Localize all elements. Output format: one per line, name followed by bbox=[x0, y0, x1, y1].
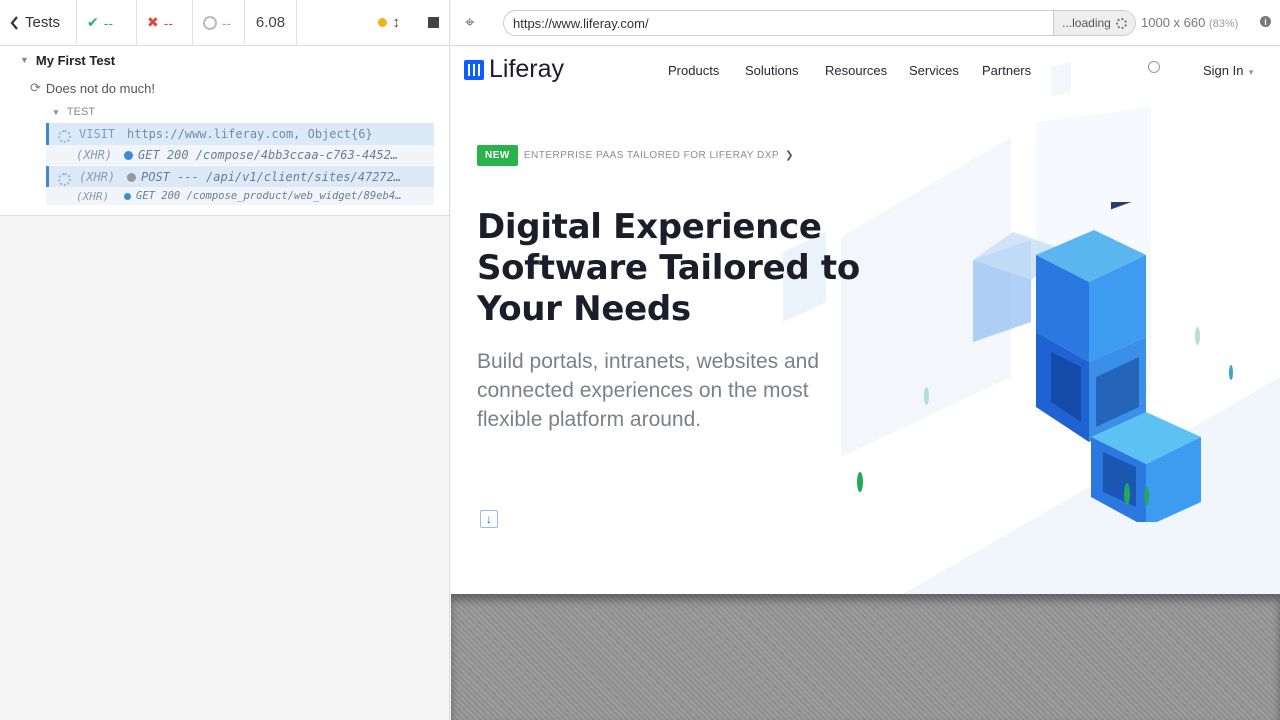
hero-subheadline: Build portals, intranets, websites and c… bbox=[477, 350, 820, 431]
command-name: VISIT bbox=[49, 127, 127, 143]
passed-stat: ✔ -- bbox=[77, 0, 137, 46]
status-dot-icon bbox=[127, 172, 136, 182]
tree-icon bbox=[1144, 487, 1149, 505]
arrow-down-icon: ↓ bbox=[486, 512, 492, 526]
caret-down-icon: ▼ bbox=[52, 107, 60, 117]
command-message: GET 200 /compose_product/web_widget/89eb… bbox=[124, 190, 434, 202]
sign-in-button[interactable]: Sign In ▼ bbox=[1203, 63, 1255, 78]
tree-icon bbox=[1229, 365, 1233, 380]
url-input[interactable]: https://www.liferay.com/ ...loading bbox=[503, 10, 1136, 36]
command-message-text: GET 200 /compose/4bb3ccaa-c763-4452… bbox=[138, 148, 399, 162]
viewport-info[interactable]: 1000 x 660 (83%) bbox=[1141, 15, 1238, 30]
zoom-level: (83%) bbox=[1208, 18, 1239, 30]
pending-count: -- bbox=[222, 14, 232, 31]
scroll-down-button[interactable]: ↓ bbox=[480, 510, 498, 528]
runnables-panel: ▼ My First Test ⟳ Does not do much! ▼ TE… bbox=[0, 46, 449, 216]
cross-icon: ✖ bbox=[147, 14, 159, 30]
tree-icon bbox=[1124, 483, 1130, 505]
liferay-mark-icon bbox=[464, 59, 484, 80]
command-name-text: VISIT bbox=[79, 127, 116, 141]
tree-icon bbox=[1195, 327, 1200, 345]
tree-icon bbox=[924, 387, 929, 405]
spinner-icon bbox=[58, 130, 71, 143]
caret-down-icon: ▼ bbox=[20, 55, 29, 65]
loading-indicator: ...loading bbox=[1053, 11, 1135, 35]
hero-headline: Digital Experience Software Tailored to … bbox=[477, 207, 860, 329]
liferay-logo[interactable]: Liferay bbox=[464, 55, 564, 84]
check-icon: ✔ bbox=[87, 14, 99, 30]
nav-resources[interactable]: Resources bbox=[825, 63, 887, 78]
command-xhr[interactable]: (XHR) GET 200 /compose_product/web_widge… bbox=[46, 187, 434, 205]
test-title-row[interactable]: ⟳ Does not do much! bbox=[30, 79, 155, 97]
caret-down-icon: ▼ bbox=[1247, 68, 1256, 77]
command-message-text: GET 200 /compose_product/web_widget/89eb… bbox=[136, 190, 402, 202]
command-name: (XHR) bbox=[76, 148, 113, 162]
command-xhr[interactable]: (XHR) GET 200 /compose/4bb3ccaa-c763-445… bbox=[46, 145, 434, 165]
running-indicator-icon bbox=[377, 18, 387, 27]
loading-label: ...loading bbox=[1062, 16, 1111, 30]
site-nav: Liferay Products Solutions Resources Ser… bbox=[451, 47, 1280, 93]
failed-count: -- bbox=[163, 14, 174, 31]
command-name: (XHR) bbox=[76, 189, 110, 203]
reporter-controls: ↕ bbox=[297, 0, 449, 46]
new-badge: NEW bbox=[477, 145, 518, 166]
sign-in-label: Sign In bbox=[1203, 63, 1244, 78]
command-message-text: POST --- /api/v1/client/sites/47272… bbox=[141, 169, 402, 184]
suite-title: My First Test bbox=[35, 52, 116, 68]
reporter-header: Tests ✔ -- ✖ -- -- 6.08 ↕ bbox=[0, 0, 449, 46]
test-reporter: Tests ✔ -- ✖ -- -- 6.08 ↕ ▼ My First Tes… bbox=[0, 0, 450, 720]
announcement-link[interactable]: NEW ENTERPRISE PAAS TAILORED FOR LIFERAY… bbox=[477, 145, 793, 166]
status-dot-icon bbox=[124, 151, 133, 160]
selector-playground-icon[interactable]: ⌖ bbox=[465, 13, 475, 33]
command-xhr[interactable]: (XHR) POST --- /api/v1/client/sites/4727… bbox=[46, 166, 434, 187]
status-dot-icon bbox=[124, 192, 131, 200]
command-name: (XHR) bbox=[49, 169, 127, 186]
spinner-icon bbox=[58, 172, 71, 186]
tests-back-button[interactable]: Tests bbox=[0, 0, 77, 46]
logo-text: Liferay bbox=[489, 55, 565, 83]
test-title: Does not do much! bbox=[45, 80, 156, 96]
stop-icon[interactable] bbox=[428, 17, 439, 28]
circle-notch-icon bbox=[203, 15, 217, 30]
test-section-header[interactable]: ▼ TEST bbox=[52, 104, 95, 120]
tree-icon bbox=[857, 472, 863, 492]
viewport-gutter bbox=[451, 594, 1280, 720]
search-icon[interactable] bbox=[1148, 61, 1160, 73]
command-message: POST --- /api/v1/client/sites/47272… bbox=[127, 170, 434, 184]
duration: 6.08 bbox=[245, 0, 297, 46]
announcement-text: ENTERPRISE PAAS TAILORED FOR LIFERAY DXP bbox=[523, 150, 780, 161]
suite-title-row[interactable]: ▼ My First Test bbox=[20, 51, 115, 69]
nav-products[interactable]: Products bbox=[668, 63, 719, 78]
info-icon[interactable]: i bbox=[1260, 16, 1271, 27]
refresh-icon: ⟳ bbox=[30, 80, 41, 95]
aut-iframe: Liferay Products Solutions Resources Ser… bbox=[451, 47, 1280, 595]
passed-count: -- bbox=[103, 14, 114, 31]
pending-stat: -- bbox=[193, 0, 245, 46]
resize-arrows-icon[interactable]: ↕ bbox=[393, 14, 401, 31]
tests-label: Tests bbox=[25, 14, 61, 31]
failed-stat: ✖ -- bbox=[137, 0, 193, 46]
section-label: TEST bbox=[66, 106, 96, 118]
command-message: https://www.liferay.com, Object{6} bbox=[127, 127, 373, 141]
nav-services[interactable]: Services bbox=[909, 63, 959, 78]
nav-partners[interactable]: Partners bbox=[982, 63, 1031, 78]
nav-solutions[interactable]: Solutions bbox=[745, 63, 798, 78]
spinner-icon bbox=[1115, 17, 1127, 29]
hero-illustration bbox=[973, 202, 1201, 522]
aut-header: ⌖ https://www.liferay.com/ ...loading 10… bbox=[451, 0, 1280, 46]
chevron-left-icon bbox=[10, 15, 18, 30]
command-visit[interactable]: VISIT https://www.liferay.com, Object{6} bbox=[46, 123, 434, 145]
viewport-size: 1000 x 660 bbox=[1141, 15, 1206, 30]
command-message: GET 200 /compose/4bb3ccaa-c763-4452… bbox=[124, 148, 434, 162]
command-name-text: (XHR) bbox=[79, 169, 116, 184]
url-text: https://www.liferay.com/ bbox=[513, 15, 649, 31]
chevron-right-icon: ❯ bbox=[785, 150, 794, 161]
